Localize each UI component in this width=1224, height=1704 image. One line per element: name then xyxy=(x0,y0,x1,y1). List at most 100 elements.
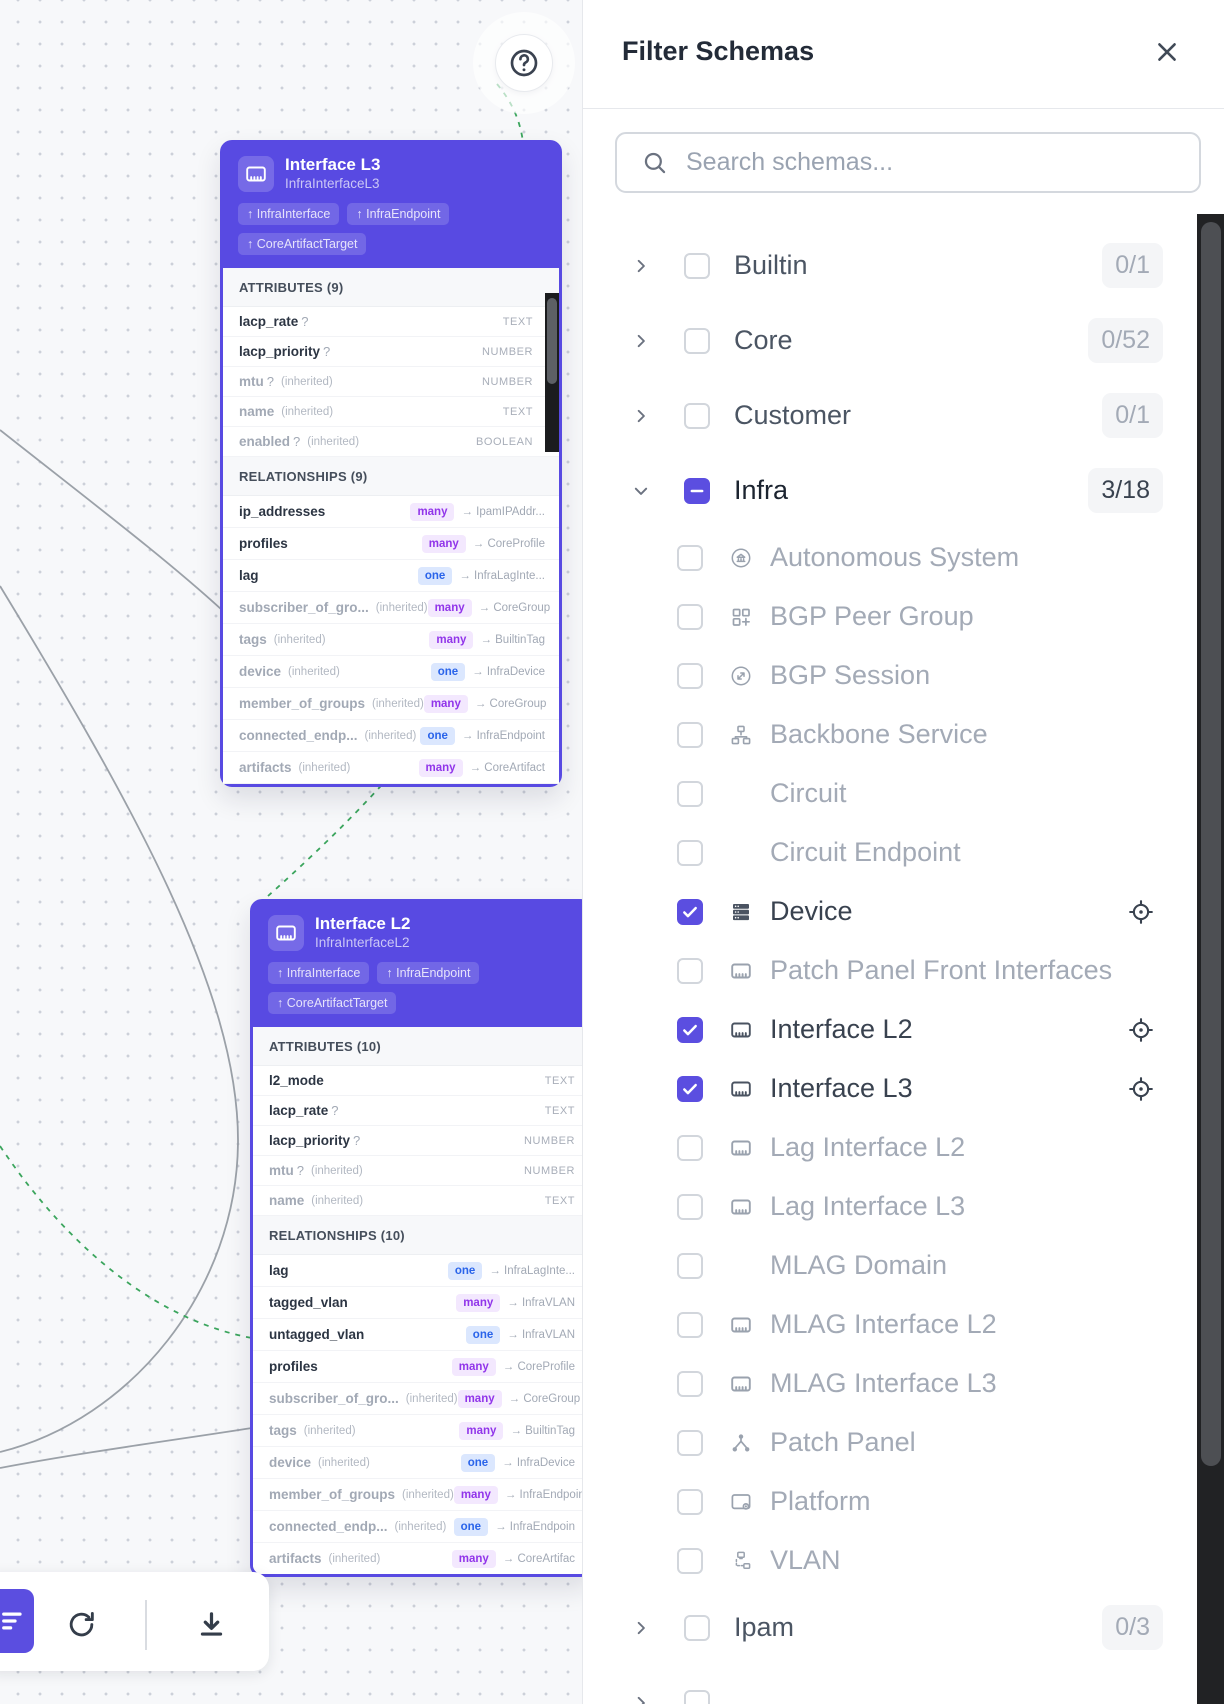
schema-item-row[interactable]: Circuit xyxy=(583,764,1197,823)
filter-button[interactable] xyxy=(0,1589,34,1653)
schema-checkbox[interactable] xyxy=(677,1548,703,1574)
inherit-badge: ↑ CoreArtifactTarget xyxy=(238,233,366,255)
group-checkbox[interactable] xyxy=(684,478,710,504)
chevron-right-icon[interactable] xyxy=(631,256,651,276)
inherited-label: (inherited) xyxy=(304,1425,356,1437)
download-icon xyxy=(196,1609,227,1640)
schema-group-row-ipam[interactable]: Ipam0/3 xyxy=(583,1590,1197,1665)
schema-group-row[interactable] xyxy=(583,1665,1197,1704)
refresh-button[interactable] xyxy=(64,1607,98,1641)
group-checkbox[interactable] xyxy=(684,253,710,279)
schema-item-label: Patch Panel Front Interfaces xyxy=(770,955,1112,986)
schema-node-card-interface-l2[interactable]: Interface L2InfraInterfaceL2↑ InfraInter… xyxy=(250,899,582,1577)
attribute-row: lacp_priority?NUMBER xyxy=(253,1126,582,1156)
schema-item-row[interactable]: Lag Interface L3 xyxy=(583,1177,1197,1236)
locate-on-canvas-icon[interactable] xyxy=(1127,1016,1155,1044)
schema-item-row[interactable]: Patch Panel xyxy=(583,1413,1197,1472)
schema-item-row[interactable]: VLAN xyxy=(583,1531,1197,1590)
schema-item-row[interactable]: MLAG Interface L2 xyxy=(583,1295,1197,1354)
schema-checkbox[interactable] xyxy=(677,781,703,807)
search-input[interactable] xyxy=(684,147,1199,178)
cardinality-badge: many xyxy=(429,631,473,649)
schema-item-row[interactable]: MLAG Domain xyxy=(583,1236,1197,1295)
ethernet-port-icon xyxy=(729,1195,753,1219)
relationship-name: device xyxy=(239,664,281,679)
relationship-name: connected_endp... xyxy=(239,728,358,743)
schema-item-row[interactable]: Patch Panel Front Interfaces xyxy=(583,941,1197,1000)
schema-item-label: Patch Panel xyxy=(770,1427,916,1458)
schema-group-row-customer[interactable]: Customer0/1 xyxy=(583,378,1197,453)
schema-checkbox[interactable] xyxy=(677,1017,703,1043)
attribute-type: NUMBER xyxy=(524,1165,575,1177)
card-scrollbar-thumb[interactable] xyxy=(547,298,557,384)
relationship-peer: → InfraEndpoint xyxy=(462,730,545,742)
chevron-right-icon[interactable] xyxy=(631,1693,651,1704)
schema-item-row[interactable]: MLAG Interface L3 xyxy=(583,1354,1197,1413)
schema-checkbox[interactable] xyxy=(677,1076,703,1102)
inherited-label: (inherited) xyxy=(281,376,333,388)
schema-checkbox[interactable] xyxy=(677,604,703,630)
schema-group-row-infra[interactable]: Infra3/18 xyxy=(583,453,1197,528)
chevron-right-icon[interactable] xyxy=(631,331,651,351)
relationship-name: artifacts xyxy=(269,1551,322,1566)
schema-checkbox[interactable] xyxy=(677,1371,703,1397)
schema-checkbox[interactable] xyxy=(677,958,703,984)
inherited-label: (inherited) xyxy=(281,406,333,418)
inherited-label: (inherited) xyxy=(274,634,326,646)
schema-diagram-canvas[interactable]: Interface L3InfraInterfaceL3↑ InfraInter… xyxy=(0,0,582,1704)
schema-checkbox[interactable] xyxy=(677,545,703,571)
relationship-row: tags(inherited)many→ BuiltinTag xyxy=(223,624,559,656)
schema-item-row[interactable]: Backbone Service xyxy=(583,705,1197,764)
schema-group-row-builtin[interactable]: Builtin0/1 xyxy=(583,228,1197,303)
inherited-label: (inherited) xyxy=(365,730,417,742)
cardinality-badge: many xyxy=(422,535,466,553)
group-checkbox[interactable] xyxy=(684,1615,710,1641)
close-button[interactable] xyxy=(1153,38,1183,68)
chevron-right-icon[interactable] xyxy=(631,406,651,426)
chevron-down-icon[interactable] xyxy=(631,481,651,501)
panel-header: Filter Schemas xyxy=(583,0,1224,109)
schema-checkbox[interactable] xyxy=(677,1312,703,1338)
schema-checkbox[interactable] xyxy=(677,840,703,866)
schema-item-row[interactable]: Interface L2 xyxy=(583,1000,1197,1059)
inherited-label: (inherited) xyxy=(329,1553,381,1565)
schema-checkbox[interactable] xyxy=(677,899,703,925)
group-checkbox[interactable] xyxy=(684,1690,710,1704)
locate-on-canvas-icon[interactable] xyxy=(1127,898,1155,926)
schema-checkbox[interactable] xyxy=(677,722,703,748)
ethernet-port-icon xyxy=(729,1136,753,1160)
optional-marker: ? xyxy=(301,314,308,329)
chevron-right-icon[interactable] xyxy=(631,1618,651,1638)
relationship-row: profilesmany→ CoreProfile xyxy=(253,1351,582,1383)
panel-scrollbar[interactable] xyxy=(1197,214,1224,1704)
schema-checkbox[interactable] xyxy=(677,1489,703,1515)
schema-item-row[interactable]: Autonomous System xyxy=(583,528,1197,587)
group-checkbox[interactable] xyxy=(684,403,710,429)
relationship-row: subscriber_of_gro...(inherited)many→ Cor… xyxy=(253,1383,582,1415)
schema-item-row[interactable]: Circuit Endpoint xyxy=(583,823,1197,882)
scrollbar-thumb[interactable] xyxy=(1201,222,1221,1466)
relationship-row: member_of_groups(inherited)many→ InfraEn… xyxy=(253,1479,582,1511)
schema-checkbox[interactable] xyxy=(677,1430,703,1456)
schema-checkbox[interactable] xyxy=(677,1135,703,1161)
schema-item-row[interactable]: Interface L3 xyxy=(583,1059,1197,1118)
locate-on-canvas-icon[interactable] xyxy=(1127,1075,1155,1103)
schema-node-card-interface-l3[interactable]: Interface L3InfraInterfaceL3↑ InfraInter… xyxy=(220,140,562,787)
schema-item-row[interactable]: BGP Session xyxy=(583,646,1197,705)
inherited-label: (inherited) xyxy=(311,1195,363,1207)
schema-item-row[interactable]: Lag Interface L2 xyxy=(583,1118,1197,1177)
schema-checkbox[interactable] xyxy=(677,663,703,689)
inherit-badge: ↑ InfraInterface xyxy=(238,203,339,225)
schema-item-row[interactable]: BGP Peer Group xyxy=(583,587,1197,646)
schema-group-row-core[interactable]: Core0/52 xyxy=(583,303,1197,378)
schema-item-row[interactable]: Device xyxy=(583,882,1197,941)
group-count-badge: 0/52 xyxy=(1088,318,1163,363)
schema-checkbox[interactable] xyxy=(677,1253,703,1279)
help-button[interactable] xyxy=(495,34,553,92)
download-button[interactable] xyxy=(194,1607,228,1641)
card-scrollbar[interactable] xyxy=(545,293,559,452)
schema-item-row[interactable]: Platform xyxy=(583,1472,1197,1531)
schema-checkbox[interactable] xyxy=(677,1194,703,1220)
relationship-peer: → InfraDevice xyxy=(502,1457,575,1469)
group-checkbox[interactable] xyxy=(684,328,710,354)
